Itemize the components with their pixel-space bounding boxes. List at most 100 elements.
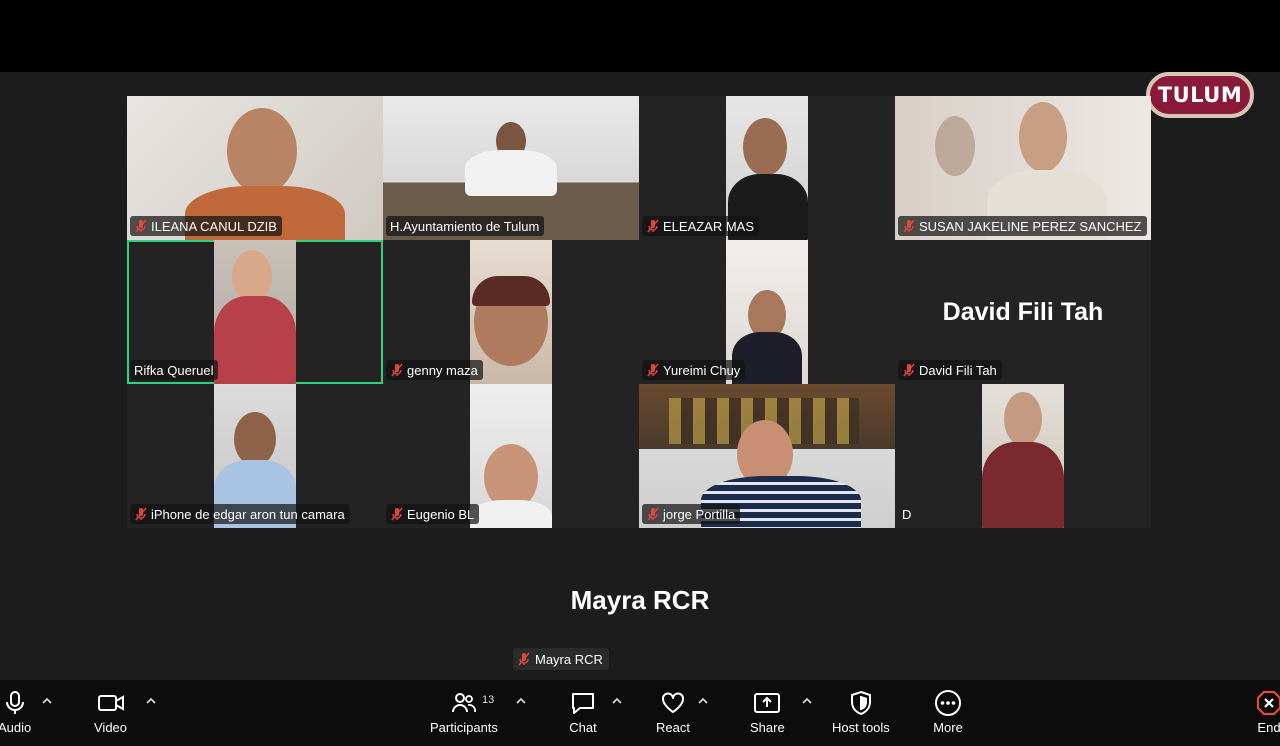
tulum-logo: TULUM (1146, 72, 1254, 118)
mic-muted-icon (135, 219, 147, 233)
participant-nametag: D (898, 504, 916, 524)
participant-count-badge: 13 (482, 694, 495, 706)
host-tools-button[interactable]: Host tools (832, 688, 890, 735)
video-tile[interactable]: Eugenio BL (383, 384, 639, 528)
mic-muted-icon (647, 219, 659, 233)
video-tile-camera-off[interactable]: David Fili Tah David Fili Tah (895, 240, 1151, 384)
mic-muted-icon (903, 363, 915, 377)
participant-name: jorge Portilla (663, 506, 736, 522)
participant-nametag: David Fili Tah (898, 360, 1002, 380)
end-meeting-icon (1254, 688, 1280, 718)
video-tile[interactable]: jorge Portilla (639, 384, 895, 528)
mic-muted-icon (518, 652, 530, 666)
participant-nametag: ELEAZAR MAS (642, 216, 760, 236)
participant-figure (470, 500, 552, 528)
active-speaker-name: Mayra RCR (570, 585, 710, 615)
participant-nametag: iPhone de edgar aron tun camara (130, 504, 350, 524)
mic-muted-icon (647, 363, 659, 377)
participant-figure (1004, 392, 1042, 446)
audio-label: Audio (0, 720, 32, 735)
microphone-icon (0, 688, 30, 718)
end-meeting-button[interactable]: End (1254, 688, 1280, 735)
participant-nametag: H.Ayuntamiento de Tulum (386, 216, 545, 236)
participant-nametag: Eugenio BL (386, 504, 480, 524)
participant-name: H.Ayuntamiento de Tulum (390, 218, 540, 234)
share-screen-icon (752, 688, 782, 718)
video-camera-icon (96, 688, 126, 718)
chevron-up-icon[interactable] (696, 694, 710, 708)
participant-name: genny maza (407, 362, 478, 378)
participant-name: David Fili Tah (919, 362, 997, 378)
audio-button[interactable]: Audio (0, 688, 31, 735)
share-label: Share (750, 720, 785, 735)
video-tile[interactable]: Yureimi Chuy (639, 240, 895, 384)
participant-figure (465, 150, 557, 196)
participant-name: Yureimi Chuy (663, 362, 741, 378)
chat-button[interactable]: Chat (568, 688, 598, 735)
participant-nametag: ILEANA CANUL DZIB (130, 216, 282, 236)
chevron-up-icon[interactable] (40, 694, 54, 708)
participant-figure (982, 442, 1064, 528)
active-speaker-nametag: Mayra RCR (513, 648, 609, 670)
react-label: React (656, 720, 690, 735)
host-tools-label: Host tools (832, 720, 890, 735)
participant-video (470, 384, 552, 528)
participant-figure (214, 296, 296, 384)
end-label: End (1257, 720, 1280, 735)
mic-muted-icon (903, 219, 915, 233)
participant-name: Eugenio BL (407, 506, 475, 522)
chat-bubble-icon (568, 688, 598, 718)
video-tile[interactable]: SUSAN JAKELINE PEREZ SANCHEZ (895, 96, 1151, 240)
more-dots-icon (933, 688, 963, 718)
mic-muted-icon (135, 507, 147, 521)
video-tile[interactable]: genny maza (383, 240, 639, 384)
chevron-up-icon[interactable] (514, 694, 528, 708)
participant-nametag: genny maza (386, 360, 483, 380)
video-tile[interactable]: ILEANA CANUL DZIB (127, 96, 383, 240)
participant-nametag: SUSAN JAKELINE PEREZ SANCHEZ (898, 216, 1147, 236)
chevron-up-icon[interactable] (144, 694, 158, 708)
video-label: Video (94, 720, 128, 735)
participant-figure (227, 108, 297, 194)
participant-name: ELEAZAR MAS (663, 218, 755, 234)
participant-figure (1019, 102, 1067, 172)
share-button[interactable]: Share (750, 688, 785, 735)
participant-figure (472, 276, 550, 306)
mic-muted-icon (391, 363, 403, 377)
video-tile-active-speaker[interactable]: Rifka Queruel (127, 240, 383, 384)
participant-nametag: Yureimi Chuy (642, 360, 746, 380)
participant-nametag: Rifka Queruel (130, 360, 219, 380)
participant-figure (232, 250, 272, 302)
wall-decor (935, 116, 975, 176)
participant-nametag: jorge Portilla (642, 504, 741, 524)
meeting-toolbar: Audio Video Participants Chat React Shar… (0, 680, 1280, 746)
participants-label: Participants (430, 720, 498, 735)
participant-video (214, 240, 296, 384)
chat-label: Chat (569, 720, 597, 735)
video-tile[interactable]: ELEAZAR MAS (639, 96, 895, 240)
react-button[interactable]: React (656, 688, 690, 735)
participant-name: SUSAN JAKELINE PEREZ SANCHEZ (919, 218, 1142, 234)
gallery-grid: ILEANA CANUL DZIB H.Ayuntamiento de Tulu… (127, 96, 1151, 529)
participant-video (982, 384, 1064, 528)
participant-name: ILEANA CANUL DZIB (151, 218, 277, 234)
participant-figure (743, 118, 787, 176)
chevron-up-icon[interactable] (800, 694, 814, 708)
participant-name: Rifka Queruel (134, 362, 214, 378)
active-speaker-tag-text: Mayra RCR (535, 651, 603, 667)
participants-icon (449, 688, 479, 718)
chevron-up-icon[interactable] (610, 694, 624, 708)
mic-muted-icon (647, 507, 659, 521)
participant-name: iPhone de edgar aron tun camara (151, 506, 345, 522)
video-button[interactable]: Video (94, 688, 127, 735)
video-tile[interactable]: D (895, 384, 1151, 528)
participant-figure (234, 412, 276, 466)
video-tile[interactable]: H.Ayuntamiento de Tulum (383, 96, 639, 240)
more-button[interactable]: More (933, 688, 963, 735)
mic-muted-icon (391, 507, 403, 521)
shield-icon (846, 688, 876, 718)
video-tile[interactable]: iPhone de edgar aron tun camara (127, 384, 383, 528)
participant-name: D (902, 506, 912, 522)
top-bar (0, 0, 1280, 72)
more-label: More (933, 720, 963, 735)
